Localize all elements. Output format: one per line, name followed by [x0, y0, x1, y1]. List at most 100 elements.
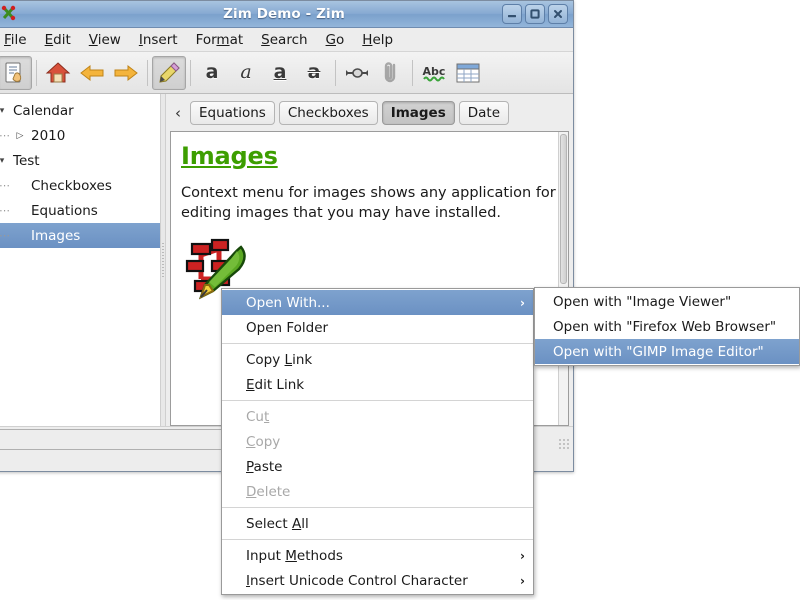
forward-button[interactable] — [109, 56, 143, 90]
context-menu-label: Select All — [246, 516, 309, 532]
edit-page-button[interactable] — [152, 56, 186, 90]
menu-format[interactable]: Format — [187, 30, 253, 50]
menu-go[interactable]: Go — [317, 30, 354, 50]
underline-button[interactable]: a — [263, 56, 297, 90]
italic-button[interactable]: a — [229, 56, 263, 90]
context-menu-separator — [222, 400, 533, 401]
toolbar-separator — [36, 60, 37, 86]
window-title: Zim Demo - Zim — [0, 6, 573, 22]
underline-a-icon: a — [274, 63, 287, 82]
strikethrough-a-icon: a — [308, 63, 321, 82]
sidebar-item-label: 2010 — [27, 128, 65, 144]
sidebar-item-equations[interactable]: ⋯ Equations — [0, 198, 160, 223]
strike-button[interactable]: a — [297, 56, 331, 90]
status-frame — [0, 429, 223, 450]
pathbar-tab-equations[interactable]: Equations — [190, 101, 275, 125]
page-index-sidebar[interactable]: ▾ Calendar ⋯ ▷ 2010 ▾ Test ⋯ Checkboxes … — [0, 94, 160, 426]
context-menu-item-copy: Copy — [222, 429, 533, 454]
context-menu-label: Edit Link — [246, 377, 304, 393]
window-controls — [502, 4, 568, 24]
menu-view[interactable]: View — [80, 30, 130, 50]
chevron-right-icon[interactable]: ▷ — [13, 131, 27, 141]
sidebar-item-calendar[interactable]: ▾ Calendar — [0, 98, 160, 123]
submenu-item-firefox-web-browser[interactable]: Open with "Firefox Web Browser" — [535, 314, 799, 339]
chevron-right-icon: › — [520, 296, 525, 310]
maximize-button[interactable] — [525, 4, 545, 24]
chevron-right-icon: › — [520, 574, 525, 588]
back-button[interactable] — [75, 56, 109, 90]
submenu-item-gimp-image-editor[interactable]: Open with "GIMP Image Editor" — [535, 339, 799, 364]
context-menu-item-open-with[interactable]: Open With... › — [222, 290, 533, 315]
sidebar-item-images[interactable]: ⋯ Images — [0, 223, 160, 248]
context-menu-item-open-folder[interactable]: Open Folder — [222, 315, 533, 340]
editor-scrollbar[interactable] — [558, 132, 568, 425]
tree-line-icon: ⋯ — [0, 229, 13, 242]
chevron-right-icon: › — [520, 549, 525, 563]
context-menu-label: Input Methods — [246, 548, 343, 564]
sidebar-item-label: Calendar — [9, 103, 74, 119]
bold-button[interactable]: a — [195, 56, 229, 90]
submenu-label: Open with "Image Viewer" — [553, 294, 731, 310]
tree-line-icon: ⋯ — [0, 204, 13, 217]
sidebar-item-checkboxes[interactable]: ⋯ Checkboxes — [0, 173, 160, 198]
toggle-editable-button[interactable] — [0, 56, 32, 90]
context-menu-label: Copy Link — [246, 352, 312, 368]
link-button[interactable] — [340, 56, 374, 90]
context-menu: Open With... › Open Folder Copy Link Edi… — [221, 288, 534, 595]
resize-grip[interactable] — [557, 437, 570, 450]
editor-scrollbar-thumb[interactable] — [560, 134, 567, 284]
pathbar-tab-checkboxes[interactable]: Checkboxes — [279, 101, 378, 125]
menubar: File Edit View Insert Format Search Go H… — [0, 28, 573, 52]
table-button[interactable] — [451, 56, 485, 90]
sidebar-item-2010[interactable]: ⋯ ▷ 2010 — [0, 123, 160, 148]
toolbar-separator — [190, 60, 191, 86]
menu-search[interactable]: Search — [252, 30, 316, 50]
bold-a-icon: a — [206, 63, 219, 82]
context-menu-item-select-all[interactable]: Select All — [222, 511, 533, 536]
minimize-button[interactable] — [502, 4, 522, 24]
page-paragraph: Context menu for images shows any applic… — [181, 184, 558, 223]
window-titlebar[interactable]: Zim Demo - Zim — [0, 1, 573, 28]
context-menu-separator — [222, 343, 533, 344]
context-menu-label: Open Folder — [246, 320, 328, 336]
menu-insert[interactable]: Insert — [130, 30, 187, 50]
sidebar-item-test[interactable]: ▾ Test — [0, 148, 160, 173]
context-menu-separator — [222, 539, 533, 540]
tree-line-icon: ⋯ — [0, 129, 13, 142]
context-menu-item-input-methods[interactable]: Input Methods › — [222, 543, 533, 568]
context-menu-label: Copy — [246, 434, 280, 450]
pathbar-prev-icon[interactable]: ‹ — [170, 104, 186, 122]
submenu-item-image-viewer[interactable]: Open with "Image Viewer" — [535, 289, 799, 314]
chevron-down-icon[interactable]: ▾ — [0, 156, 9, 166]
close-button[interactable] — [548, 4, 568, 24]
context-menu-item-copy-link[interactable]: Copy Link — [222, 347, 533, 372]
context-menu-item-delete: Delete — [222, 479, 533, 504]
pathbar-tab-images[interactable]: Images — [382, 101, 455, 125]
context-menu-item-insert-unicode[interactable]: Insert Unicode Control Character › — [222, 568, 533, 593]
toolbar: a a a a Abc — [0, 52, 573, 94]
menu-edit[interactable]: Edit — [36, 30, 80, 50]
attachment-button[interactable] — [374, 56, 408, 90]
context-menu-separator — [222, 507, 533, 508]
menu-file[interactable]: File — [0, 30, 36, 50]
pathbar: ‹ Equations Checkboxes Images Date — [170, 99, 569, 131]
context-menu-label: Cut — [246, 409, 269, 425]
toolbar-separator — [412, 60, 413, 86]
chevron-down-icon[interactable]: ▾ — [0, 106, 9, 116]
page-title: Images — [181, 142, 558, 170]
sidebar-item-label: Test — [9, 153, 40, 169]
italic-a-icon: a — [240, 63, 251, 82]
pathbar-tab-date[interactable]: Date — [459, 101, 509, 125]
open-with-submenu: Open with "Image Viewer" Open with "Fire… — [534, 287, 800, 366]
toolbar-separator — [335, 60, 336, 86]
context-menu-item-paste[interactable]: Paste — [222, 454, 533, 479]
home-button[interactable] — [41, 56, 75, 90]
context-menu-item-edit-link[interactable]: Edit Link — [222, 372, 533, 397]
spellcheck-button[interactable]: Abc — [417, 56, 451, 90]
svg-text:Abc: Abc — [423, 65, 446, 78]
sidebar-item-label: Checkboxes — [27, 178, 112, 194]
context-menu-label: Paste — [246, 459, 282, 475]
context-menu-label: Open With... — [246, 295, 330, 311]
submenu-label: Open with "GIMP Image Editor" — [553, 344, 764, 360]
menu-help[interactable]: Help — [353, 30, 402, 50]
